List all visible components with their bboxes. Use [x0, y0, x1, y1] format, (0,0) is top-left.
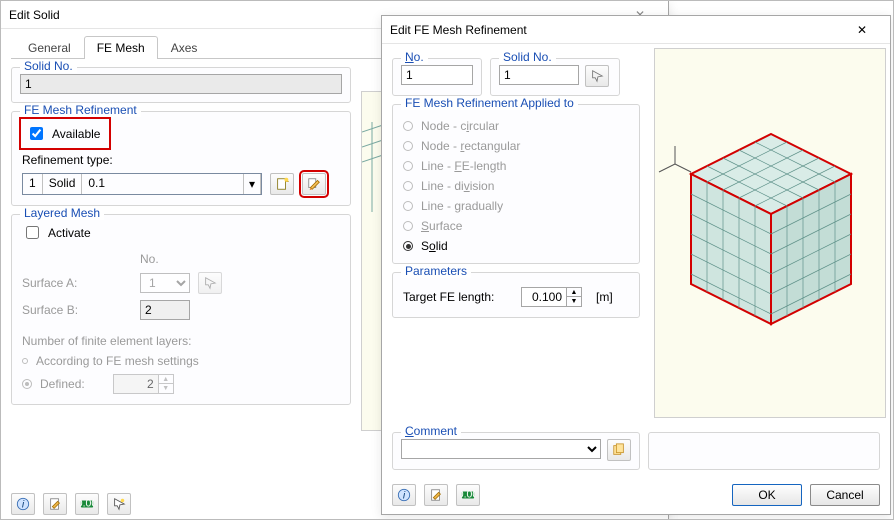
notes-button[interactable]: [424, 484, 448, 506]
tab-fe-mesh[interactable]: FE Mesh: [84, 36, 158, 59]
defined-value: [113, 374, 159, 394]
applied-to-title: FE Mesh Refinement Applied to: [401, 96, 578, 110]
layers-label: Number of finite element layers:: [22, 334, 191, 348]
target-fe-label: Target FE length:: [403, 290, 513, 304]
surface-b-label: Surface B:: [22, 303, 132, 317]
spinner-down-icon: ▼: [159, 384, 173, 393]
activate-label: Activate: [48, 226, 91, 240]
surface-a-label: Surface A:: [22, 276, 132, 290]
refinement-titlebar: Edit FE Mesh Refinement ✕: [382, 16, 890, 44]
pick-surface-a-button: [198, 272, 222, 294]
available-label: Available: [52, 127, 100, 141]
comment-library-button[interactable]: [607, 439, 631, 461]
solid-no-field: [20, 74, 342, 94]
svg-text:0.00: 0.00: [80, 498, 94, 510]
units-button[interactable]: 0.00: [456, 484, 480, 506]
opt-line-fe: Line - FE-length: [421, 159, 506, 173]
solid-no-label2: Solid No.: [499, 50, 556, 64]
layered-mesh-group-title: Layered Mesh: [20, 206, 104, 220]
solid-no-label: Solid No.: [20, 59, 77, 73]
comment-title: Comment: [405, 424, 457, 438]
target-fe-unit: [m]: [596, 290, 613, 304]
help-button[interactable]: i: [11, 493, 35, 515]
opt-node-rect: Node - rectangular: [421, 139, 520, 153]
surface-a-select: 1: [140, 273, 190, 293]
close-icon[interactable]: ✕: [842, 16, 882, 43]
new-refinement-button[interactable]: [270, 173, 294, 195]
cancel-button[interactable]: Cancel: [810, 484, 880, 506]
pick-button[interactable]: [107, 493, 131, 515]
opt-solid[interactable]: Solid: [403, 239, 629, 253]
pick-solid-button[interactable]: [585, 65, 609, 87]
opt-surface: Surface: [421, 219, 462, 233]
spinner-down-icon[interactable]: ▼: [567, 297, 581, 306]
tab-general[interactable]: General: [15, 36, 84, 59]
units-button[interactable]: 0.00: [75, 493, 99, 515]
ok-button[interactable]: OK: [732, 484, 802, 506]
help-button[interactable]: i: [392, 484, 416, 506]
activate-checkbox[interactable]: [26, 226, 39, 239]
edit-refinement-button[interactable]: [302, 173, 326, 195]
mesh-preview: [654, 48, 886, 418]
parameters-title: Parameters: [401, 264, 471, 278]
refinement-combo-val: 0.1: [82, 174, 243, 194]
tab-axes[interactable]: Axes: [158, 36, 211, 59]
refinement-combo-no: 1: [23, 174, 43, 194]
refinement-type-combo[interactable]: 1 Solid 0.1 ▾: [22, 173, 262, 195]
refinement-type-label: Refinement type:: [22, 153, 113, 167]
no-header: No.: [140, 252, 159, 266]
target-fe-input[interactable]: [521, 287, 567, 307]
notes-button[interactable]: [43, 493, 67, 515]
spinner-up-icon[interactable]: ▲: [567, 288, 581, 297]
no-label: No.: [405, 50, 424, 64]
according-option: According to FE mesh settings: [36, 354, 199, 368]
chevron-down-icon[interactable]: ▾: [243, 174, 261, 194]
spinner-up-icon: ▲: [159, 375, 173, 384]
refinement-title: Edit FE Mesh Refinement: [390, 23, 527, 37]
defined-option: Defined:: [40, 377, 85, 391]
solid-no-field2[interactable]: [499, 65, 579, 85]
no-field[interactable]: [401, 65, 473, 85]
surface-b-field: [140, 300, 190, 320]
opt-solid-label: Solid: [421, 239, 448, 253]
comment-combo[interactable]: [401, 439, 601, 459]
opt-line-grad: Line - gradually: [421, 199, 503, 213]
mesh-refinement-group-title: FE Mesh Refinement: [20, 103, 141, 117]
refinement-combo-kind: Solid: [43, 174, 83, 194]
edit-solid-title: Edit Solid: [9, 8, 60, 22]
opt-node-circular: Node - circular: [421, 119, 499, 133]
svg-text:0.00: 0.00: [461, 489, 475, 501]
opt-line-div: Line - division: [421, 179, 494, 193]
available-checkbox[interactable]: [30, 127, 43, 140]
